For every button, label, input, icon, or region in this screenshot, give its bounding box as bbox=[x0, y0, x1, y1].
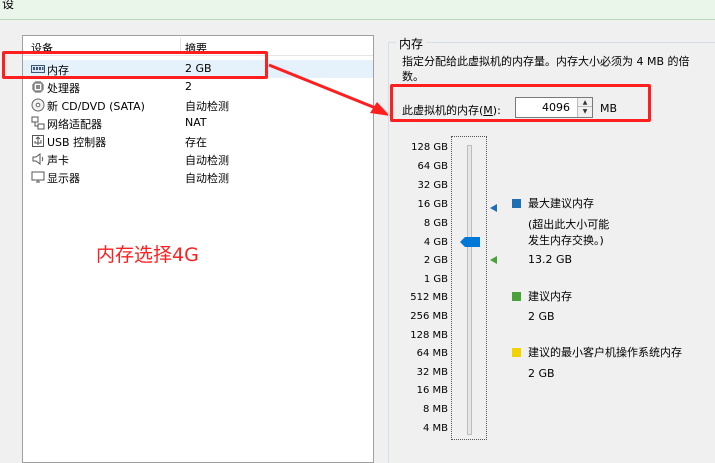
max-recommended-note: 发生内存交换。) bbox=[528, 234, 604, 247]
scale-label: 128 GB bbox=[411, 142, 448, 153]
device-summary: 2 bbox=[185, 80, 192, 93]
memory-slider-track[interactable] bbox=[467, 145, 472, 435]
decrement-icon[interactable]: ▼ bbox=[578, 107, 592, 116]
memory-size-stepper[interactable]: 4096 ▲ ▼ bbox=[515, 97, 593, 118]
scale-label: 512 MB bbox=[410, 292, 448, 303]
max-recommended-marker bbox=[490, 204, 497, 212]
memory-unit-label: MB bbox=[600, 102, 618, 115]
annotation-text: 内存选择4G bbox=[96, 244, 199, 266]
max-recommended-label: 最大建议内存 bbox=[528, 197, 594, 210]
scale-label: 8 MB bbox=[422, 404, 448, 415]
recommended-value: 2 GB bbox=[528, 310, 555, 323]
device-row-usb-controller[interactable]: USB 控制器 存在 bbox=[23, 132, 373, 150]
title-bar: 设 bbox=[0, 0, 715, 20]
display-icon bbox=[31, 171, 45, 183]
scale-label: 16 MB bbox=[416, 385, 448, 396]
device-row-sound-card[interactable]: 声卡 自动检测 bbox=[23, 150, 373, 168]
annotation-highlight-memory-row bbox=[2, 51, 268, 79]
device-name: 网络适配器 bbox=[47, 118, 102, 131]
memory-section-title: 内存 bbox=[396, 35, 427, 52]
stepper-buttons: ▲ ▼ bbox=[577, 98, 592, 117]
scale-label: 4 GB bbox=[423, 237, 448, 248]
minimum-label: 建议的最小客户机操作系统内存 bbox=[528, 346, 682, 359]
increment-icon[interactable]: ▲ bbox=[578, 98, 592, 107]
scale-label: 2 GB bbox=[423, 255, 448, 266]
processor-icon bbox=[32, 81, 44, 93]
window-title: 设 bbox=[2, 0, 15, 11]
scale-label: 16 GB bbox=[417, 199, 448, 210]
scale-label: 4 MB bbox=[422, 423, 448, 434]
scale-label: 64 MB bbox=[416, 348, 448, 359]
device-summary: 自动检测 bbox=[185, 100, 229, 113]
device-summary: 存在 bbox=[185, 136, 207, 149]
device-row-display[interactable]: 显示器 自动检测 bbox=[23, 168, 373, 186]
memory-size-label: 此虚拟机的内存(M): bbox=[402, 104, 501, 117]
device-summary: 自动检测 bbox=[185, 172, 229, 185]
device-name: 声卡 bbox=[47, 154, 69, 167]
scale-label: 32 GB bbox=[417, 180, 448, 191]
scale-label: 32 MB bbox=[416, 367, 448, 378]
device-name: 新 CD/DVD (SATA) bbox=[47, 100, 145, 113]
cd-dvd-icon bbox=[31, 98, 45, 112]
max-recommended-note: (超出此大小可能 bbox=[528, 218, 610, 231]
network-adapter-icon bbox=[31, 116, 45, 130]
recommended-label: 建议内存 bbox=[528, 290, 572, 303]
minimum-swatch bbox=[512, 348, 521, 357]
scale-label: 1 GB bbox=[423, 274, 448, 285]
memory-size-input[interactable]: 4096 bbox=[542, 101, 570, 114]
recommended-swatch bbox=[512, 292, 521, 301]
device-summary: 自动检测 bbox=[185, 154, 229, 167]
device-name: 处理器 bbox=[47, 82, 80, 95]
scale-label: 64 GB bbox=[417, 161, 448, 172]
device-name: 显示器 bbox=[47, 172, 80, 185]
scale-label: 256 MB bbox=[410, 311, 448, 322]
device-name: USB 控制器 bbox=[47, 136, 107, 149]
usb-icon bbox=[32, 135, 44, 147]
minimum-value: 2 GB bbox=[528, 367, 555, 380]
recommended-marker bbox=[490, 256, 497, 264]
scale-label: 128 MB bbox=[410, 330, 448, 341]
annotation-arrow-icon bbox=[268, 63, 390, 116]
memory-description: 指定分配给此虚拟机的内存量。内存大小必须为 4 MB 的倍数。 bbox=[402, 55, 690, 83]
max-recommended-value: 13.2 GB bbox=[528, 253, 573, 266]
device-summary: NAT bbox=[185, 116, 207, 129]
scale-label: 8 GB bbox=[423, 218, 448, 229]
sound-card-icon bbox=[32, 153, 44, 165]
max-recommended-swatch bbox=[512, 199, 521, 208]
